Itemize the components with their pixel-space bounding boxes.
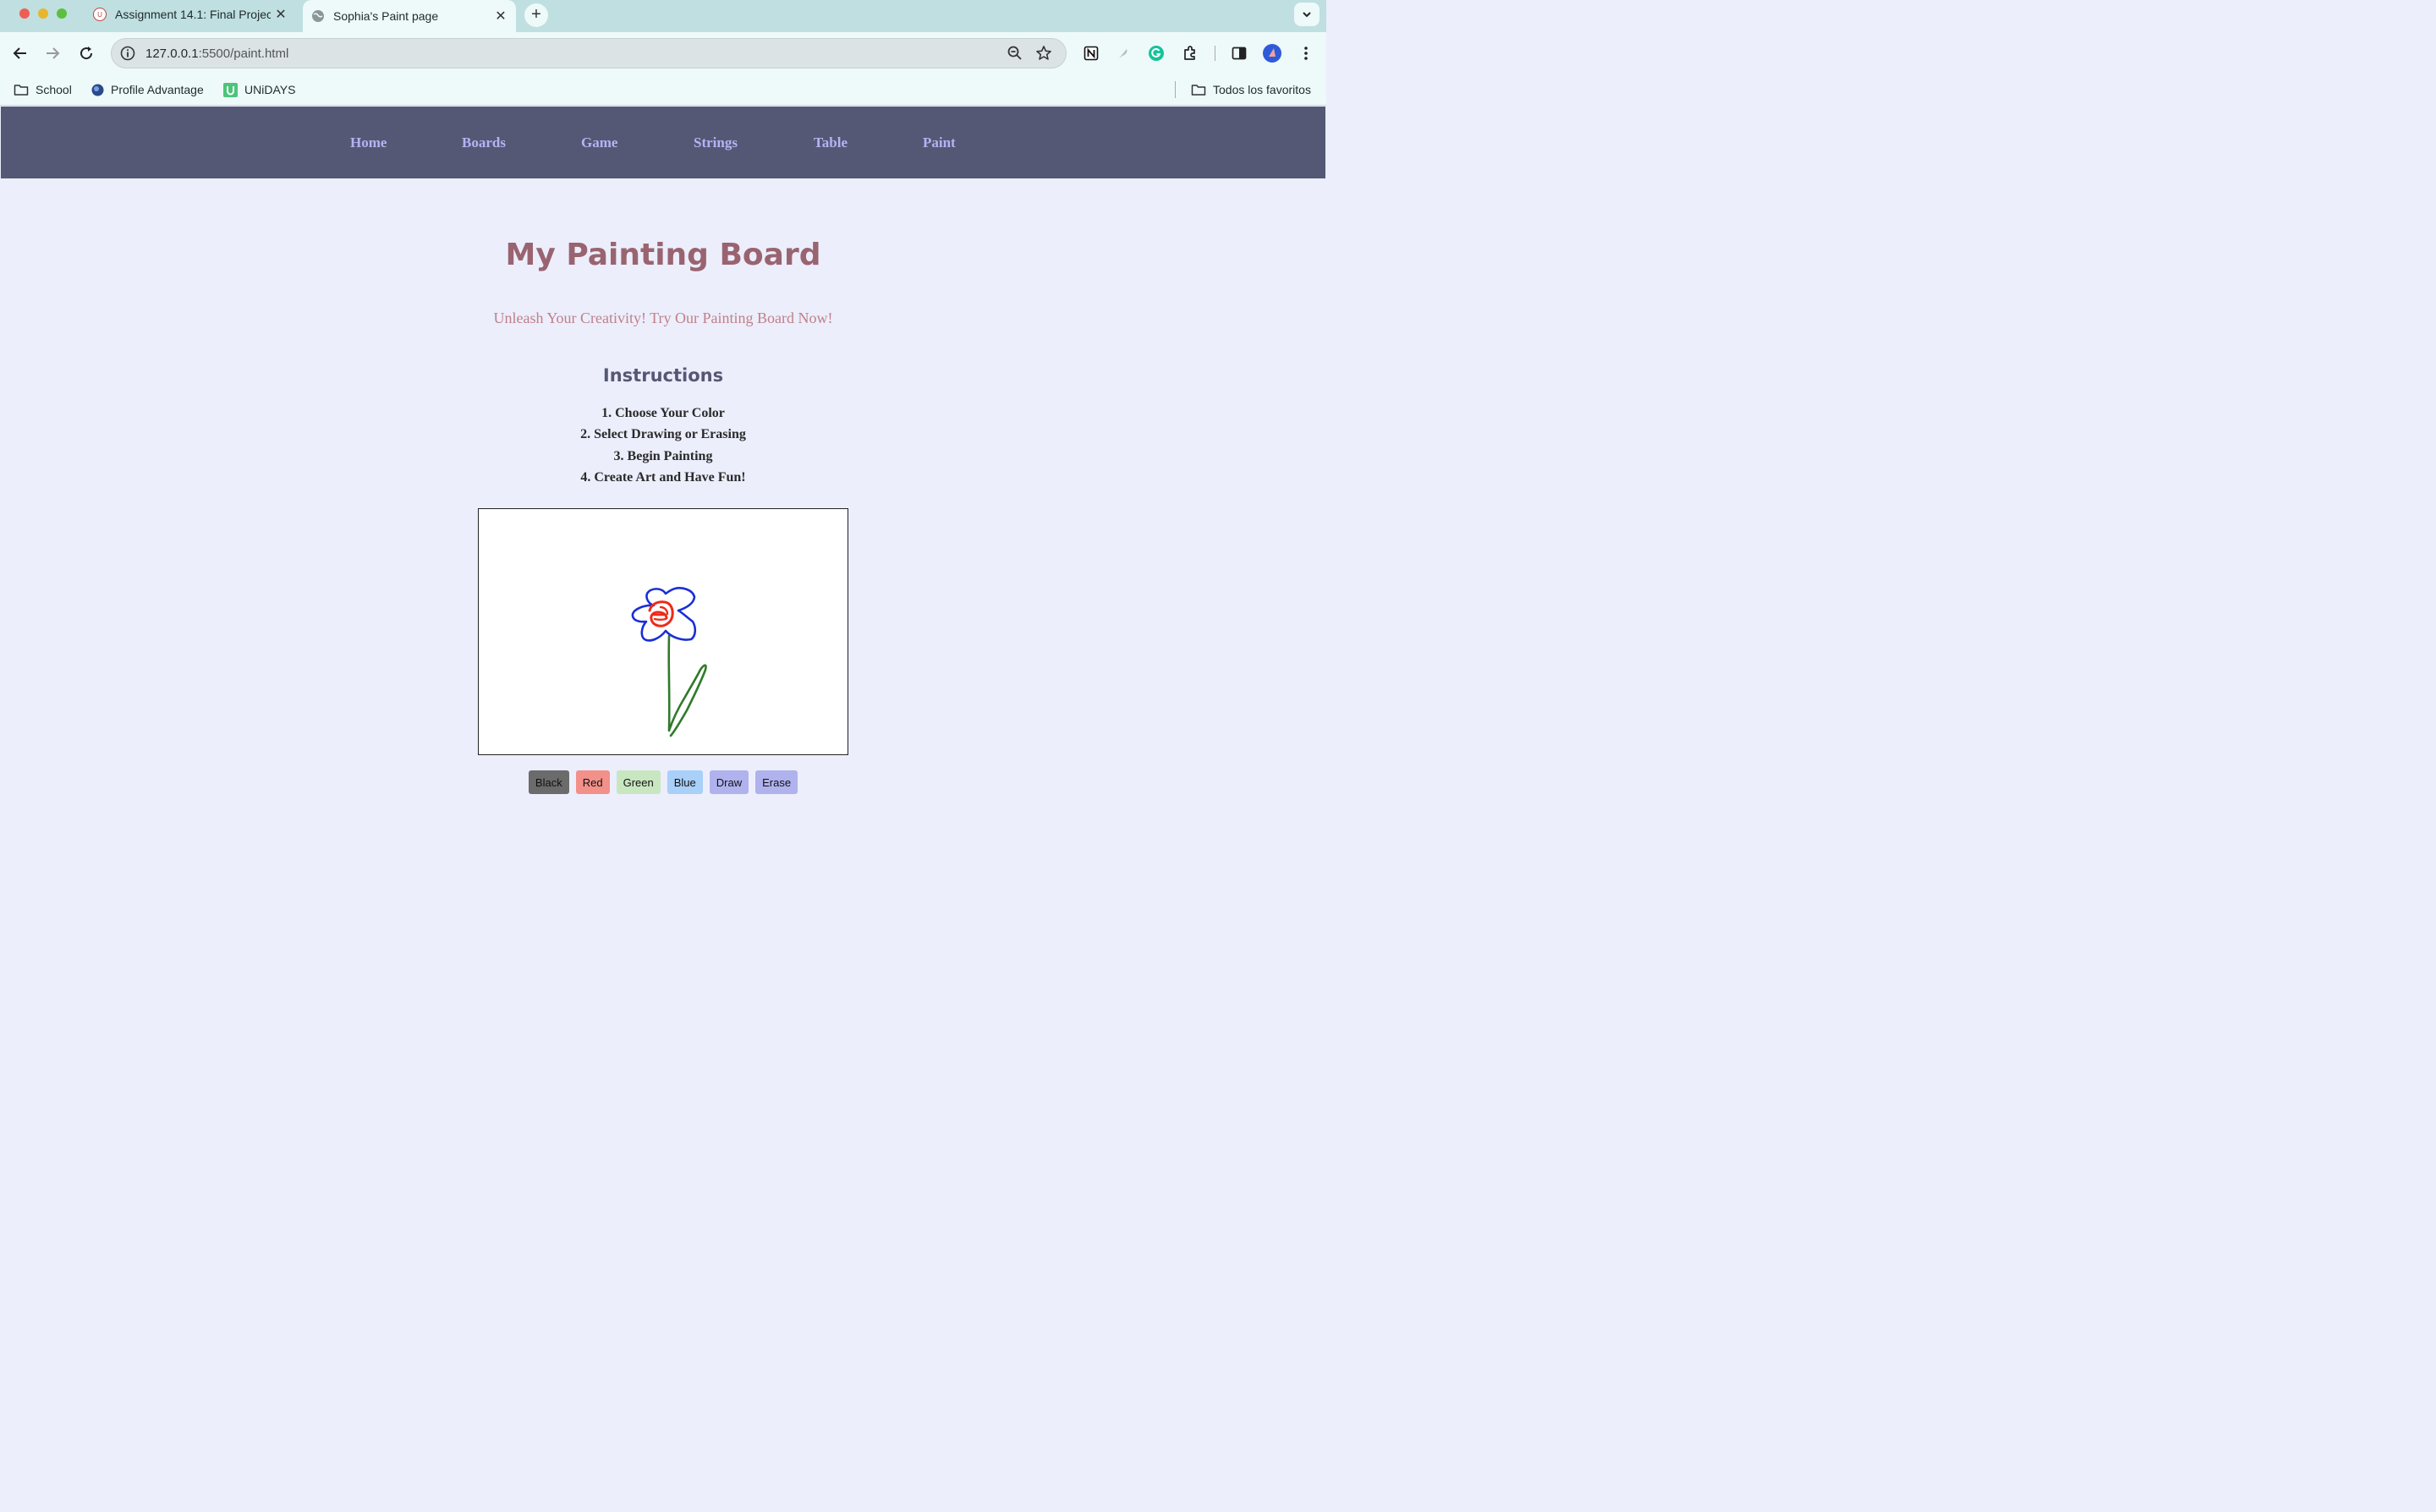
- tab-title: Sophia's Paint page: [333, 9, 439, 23]
- bookmarks-bar: School Profile Advantage UNiDAYS Todos l…: [0, 74, 1326, 106]
- puzzle-icon[interactable]: [1179, 42, 1201, 64]
- new-tab-button[interactable]: +: [524, 3, 548, 27]
- bookmark-label: Profile Advantage: [111, 83, 204, 96]
- flower-stem-stroke: [667, 634, 707, 737]
- draw-mode-button[interactable]: Draw: [709, 770, 749, 794]
- green-color-button[interactable]: Green: [616, 770, 661, 794]
- notion-icon[interactable]: [1080, 42, 1102, 64]
- bookmarks-divider: [1175, 81, 1176, 98]
- tab-paint-page[interactable]: Sophia's Paint page ✕: [303, 0, 516, 32]
- instructions-list: 1. Choose Your Color 2. Select Drawing o…: [1, 403, 1325, 489]
- zoom-icon[interactable]: [1007, 45, 1023, 66]
- nav-table[interactable]: Table: [814, 134, 848, 151]
- folder-icon: [14, 83, 29, 96]
- instructions-heading: Instructions: [602, 365, 724, 386]
- reload-icon: [80, 47, 93, 60]
- forward-button[interactable]: [41, 42, 63, 64]
- instruction-step: 4. Create Art and Have Fun!: [580, 470, 746, 485]
- sidepanel-icon[interactable]: [1228, 42, 1250, 64]
- nav-home[interactable]: Home: [350, 134, 387, 151]
- bookmark-profile-advantage[interactable]: Profile Advantage: [91, 80, 204, 99]
- close-tab-icon[interactable]: ✕: [491, 8, 511, 25]
- instruction-step: 3. Begin Painting: [613, 448, 713, 463]
- chevron-down-icon: [1303, 12, 1311, 18]
- close-window-button[interactable]: [19, 8, 30, 19]
- globe-favicon-icon: [311, 9, 325, 23]
- all-bookmarks-folder[interactable]: Todos los favoritos: [1191, 80, 1311, 99]
- minimize-window-button[interactable]: [38, 8, 48, 19]
- site-navbar: Home Boards Game Strings Table Paint: [1, 107, 1325, 178]
- university-favicon-icon: U: [93, 8, 107, 21]
- tab-assignment[interactable]: U Assignment 14.1: Final Project ✕: [85, 0, 296, 29]
- kebab-menu-icon[interactable]: [1295, 42, 1317, 64]
- close-tab-icon[interactable]: ✕: [271, 6, 291, 23]
- bookmark-label: School: [36, 83, 72, 96]
- red-color-button[interactable]: Red: [575, 770, 610, 794]
- reload-button[interactable]: [75, 42, 97, 64]
- back-button[interactable]: [9, 42, 31, 64]
- page-viewport: Home Boards Game Strings Table Paint My …: [1, 107, 1325, 823]
- profile-avatar[interactable]: [1261, 42, 1283, 64]
- arrow-right-icon: [47, 47, 60, 59]
- bookmark-unidays[interactable]: UNiDAYS: [223, 80, 295, 99]
- grammarly-icon[interactable]: [1145, 42, 1167, 64]
- blue-color-button[interactable]: Blue: [667, 770, 703, 794]
- globe-favicon-icon: [91, 84, 104, 96]
- erase-mode-button[interactable]: Erase: [755, 770, 798, 794]
- address-bar[interactable]: 127.0.0.1:5500/paint.html: [111, 38, 1067, 68]
- tab-search-button[interactable]: [1294, 3, 1320, 26]
- url-host: 127.0.0.1: [145, 47, 199, 61]
- nav-game[interactable]: Game: [581, 134, 617, 151]
- bookmark-school[interactable]: School: [14, 80, 72, 99]
- instruction-step: 2. Select Drawing or Erasing: [580, 427, 746, 442]
- site-info-icon[interactable]: [118, 44, 137, 63]
- page-tagline: Unleash Your Creativity! Try Our Paintin…: [493, 310, 833, 326]
- feather-icon[interactable]: [1112, 42, 1134, 64]
- page-title: My Painting Board: [505, 238, 821, 272]
- browser-toolbar: 127.0.0.1:5500/paint.html: [0, 32, 1326, 74]
- instruction-step: 1. Choose Your Color: [601, 406, 725, 420]
- arrow-left-icon: [13, 47, 26, 59]
- unidays-favicon-icon: [223, 82, 238, 97]
- nav-strings[interactable]: Strings: [694, 134, 738, 151]
- folder-icon: [1191, 83, 1206, 96]
- controls-toolbar: Black Red Green Blue Draw Erase: [1, 770, 1325, 794]
- maximize-window-button[interactable]: [57, 8, 67, 19]
- tab-title: Assignment 14.1: Final Project: [115, 8, 271, 21]
- bookmark-label: Todos los favoritos: [1213, 83, 1311, 96]
- nav-boards[interactable]: Boards: [462, 134, 506, 151]
- browser-tab-bar: U Assignment 14.1: Final Project ✕ Sophi…: [0, 0, 1326, 32]
- bookmark-star-icon[interactable]: [1035, 45, 1052, 66]
- painting-canvas[interactable]: [478, 508, 848, 755]
- url-text: 127.0.0.1:5500/paint.html: [145, 47, 288, 61]
- black-color-button[interactable]: Black: [528, 770, 569, 794]
- url-path: :5500/paint.html: [198, 47, 289, 61]
- bookmark-label: UNiDAYS: [244, 83, 296, 96]
- nav-paint[interactable]: Paint: [923, 134, 956, 151]
- flower-drawing: [631, 587, 707, 737]
